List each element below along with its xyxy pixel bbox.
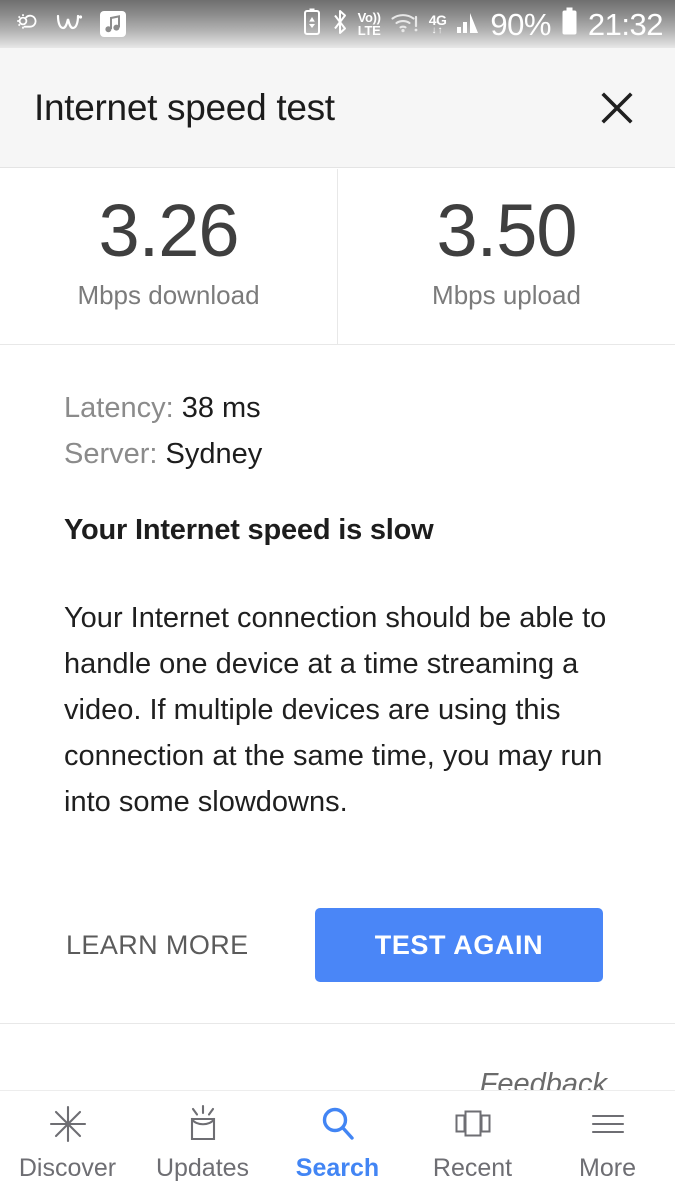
latency-row: Latency: 38 ms — [64, 385, 624, 431]
volte-icon: Vo)) LTE — [358, 11, 381, 37]
volte-bottom: LTE — [357, 23, 381, 38]
hamburger-icon — [587, 1103, 629, 1145]
download-label: Mbps download — [77, 280, 260, 310]
network-arrows: ↓↑ — [431, 24, 444, 36]
bluetooth-icon — [331, 8, 349, 41]
search-icon — [317, 1103, 359, 1145]
nav-item-more[interactable]: More — [540, 1103, 675, 1183]
dialog-header: Internet speed test — [0, 48, 675, 168]
upload-result: 3.50 Mbps upload — [337, 169, 675, 344]
status-bar-right-icons: Vo)) LTE 4G ↓↑ 90% 21:32 — [302, 7, 675, 41]
status-bar: Vo)) LTE 4G ↓↑ 90% 21:32 — [0, 0, 675, 48]
clock-label: 21:32 — [587, 6, 664, 42]
latency-value: 38 ms — [181, 392, 261, 424]
nav-label-updates: Updates — [155, 1154, 250, 1182]
download-value: 3.26 — [98, 189, 239, 272]
inbox-icon — [182, 1103, 224, 1145]
music-note-icon — [100, 11, 126, 37]
nav-item-discover[interactable]: Discover — [0, 1103, 135, 1183]
phone-screen: Vo)) LTE 4G ↓↑ 90% 21:32 Internet speed … — [0, 0, 675, 1200]
latency-label: Latency: — [64, 392, 174, 424]
cards-icon — [452, 1103, 494, 1145]
wifi-warning-icon — [390, 9, 420, 40]
nav-label-discover: Discover — [18, 1154, 117, 1182]
w-app-icon — [55, 10, 87, 39]
battery-percent-label: 90% — [490, 6, 551, 42]
speed-results: 3.26 Mbps download 3.50 Mbps upload — [0, 169, 675, 345]
nav-item-updates[interactable]: Updates — [135, 1103, 270, 1183]
network-type-icon: 4G ↓↑ — [429, 13, 447, 36]
nav-label-search: Search — [295, 1154, 380, 1182]
page-title: Internet speed test — [34, 86, 335, 128]
server-label: Server: — [64, 438, 158, 470]
close-icon — [601, 91, 633, 124]
test-details: Latency: 38 ms Server: Sydney — [64, 385, 624, 477]
bottom-nav: Discover Updates Search Recent More — [0, 1090, 675, 1200]
section-divider — [0, 1023, 675, 1024]
nav-label-recent: Recent — [432, 1154, 513, 1182]
upload-value: 3.50 — [436, 189, 577, 272]
asterisk-icon — [47, 1103, 89, 1145]
nav-label-more: More — [579, 1154, 636, 1182]
battery-saver-icon — [302, 8, 322, 41]
upload-label: Mbps upload — [432, 280, 581, 310]
nav-item-recent[interactable]: Recent — [405, 1103, 540, 1183]
server-row: Server: Sydney — [64, 431, 624, 477]
nav-item-search[interactable]: Search — [270, 1103, 405, 1183]
signal-bars-icon — [455, 9, 481, 40]
test-again-button[interactable]: TEST AGAIN — [315, 908, 603, 982]
weather-icon — [14, 9, 42, 40]
summary-body: Your Internet connection should be able … — [64, 602, 607, 818]
status-bar-left-icons — [0, 9, 302, 40]
server-value: Sydney — [165, 438, 263, 470]
close-button[interactable] — [589, 80, 645, 136]
download-result: 3.26 Mbps download — [0, 169, 337, 344]
learn-more-button[interactable]: LEARN MORE — [66, 930, 249, 961]
action-row: LEARN MORE TEST AGAIN — [0, 906, 675, 984]
battery-icon — [560, 7, 579, 41]
summary-headline: Your Internet speed is slow — [64, 514, 434, 546]
